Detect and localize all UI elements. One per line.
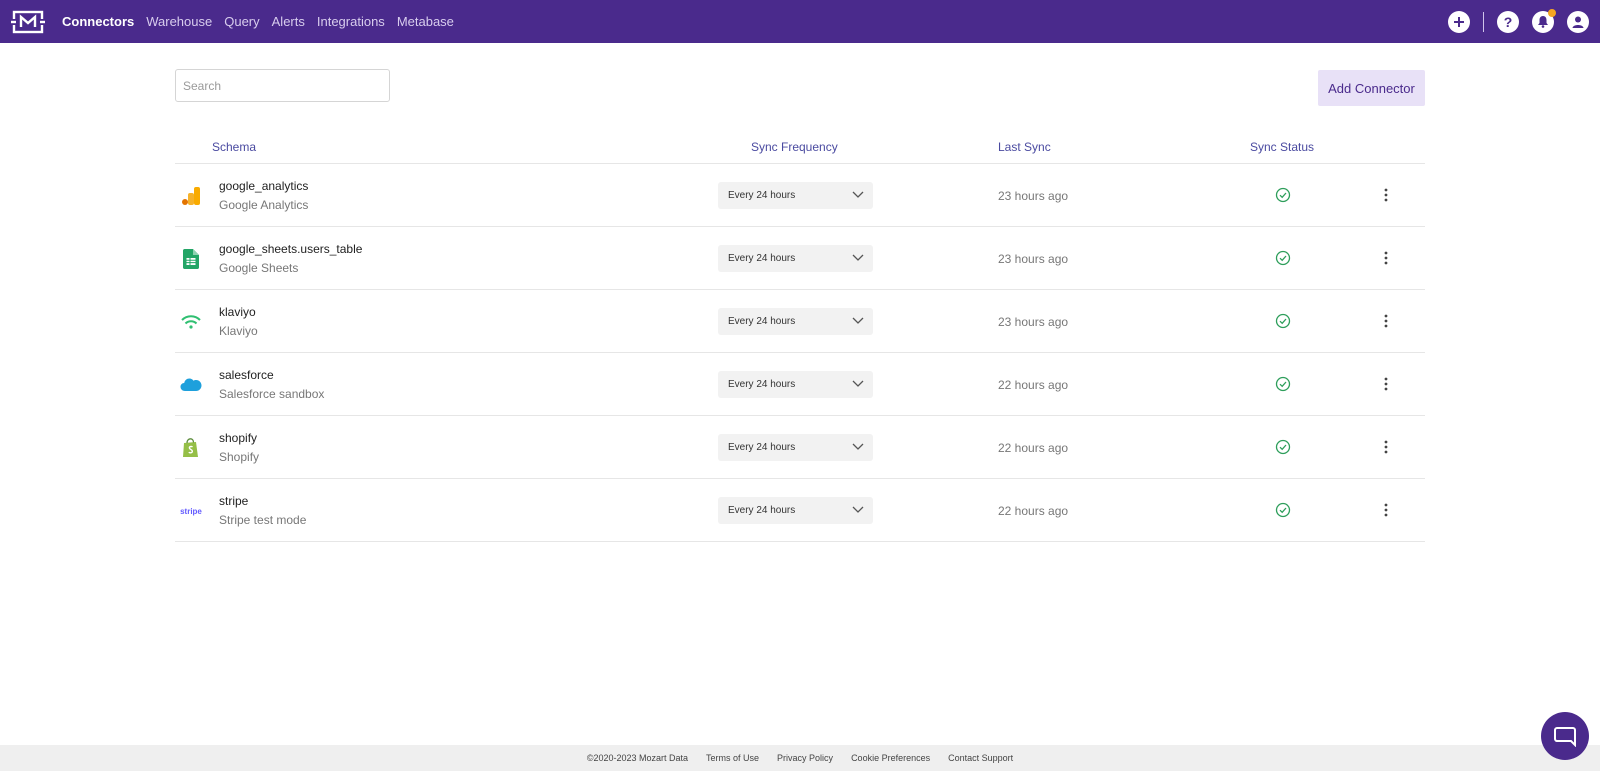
sync-frequency-value: Every 24 hours bbox=[728, 505, 796, 516]
more-options-icon[interactable] bbox=[1381, 501, 1391, 519]
last-sync-value: 23 hours ago bbox=[998, 315, 1069, 329]
nav-integrations[interactable]: Integrations bbox=[317, 14, 385, 29]
chevron-down-icon bbox=[852, 191, 864, 198]
check-circle-icon bbox=[1275, 439, 1291, 455]
sync-frequency-dropdown[interactable]: Every 24 hours bbox=[718, 371, 873, 398]
check-circle-icon bbox=[1275, 250, 1291, 266]
table-row[interactable]: google_analytics Google Analytics Every … bbox=[175, 164, 1425, 227]
help-icon: ? bbox=[1503, 13, 1513, 30]
more-options-icon[interactable] bbox=[1381, 249, 1391, 267]
header-last-sync[interactable]: Last Sync bbox=[998, 140, 1051, 154]
more-options-icon[interactable] bbox=[1381, 186, 1391, 204]
row-schema[interactable]: google_analytics bbox=[219, 179, 308, 193]
header-sync-status[interactable]: Sync Status bbox=[1250, 140, 1314, 154]
row-connector-name: Google Sheets bbox=[219, 261, 299, 275]
row-connector-name: Google Analytics bbox=[219, 198, 309, 212]
notifications-button[interactable] bbox=[1532, 8, 1556, 33]
table-row[interactable]: klaviyo Klaviyo Every 24 hours 23 hours … bbox=[175, 290, 1425, 353]
mozart-logo-icon[interactable] bbox=[11, 9, 45, 35]
check-circle-icon bbox=[1275, 187, 1291, 203]
google-sheets-icon bbox=[180, 248, 202, 270]
sync-frequency-value: Every 24 hours bbox=[728, 253, 796, 264]
shopify-icon bbox=[180, 437, 202, 459]
row-schema[interactable]: klaviyo bbox=[219, 305, 256, 319]
row-connector-name: Klaviyo bbox=[219, 324, 258, 338]
privacy-link[interactable]: Privacy Policy bbox=[777, 753, 833, 763]
row-schema[interactable]: stripe bbox=[219, 494, 248, 508]
last-sync-value: 23 hours ago bbox=[998, 189, 1069, 203]
nav-metabase[interactable]: Metabase bbox=[397, 14, 454, 29]
stripe-wordmark: stripe bbox=[180, 506, 202, 516]
bell-icon bbox=[1538, 16, 1548, 28]
notification-badge bbox=[1548, 8, 1556, 17]
main-nav: Connectors Warehouse Query Alerts Integr… bbox=[62, 0, 466, 43]
last-sync-value: 22 hours ago bbox=[998, 378, 1069, 392]
salesforce-icon bbox=[180, 374, 202, 396]
chevron-down-icon bbox=[852, 443, 864, 450]
last-sync-value: 22 hours ago bbox=[998, 504, 1069, 518]
cookie-preferences-link[interactable]: Cookie Preferences bbox=[851, 753, 930, 763]
help-button[interactable]: ? bbox=[1497, 10, 1519, 33]
top-navbar: Connectors Warehouse Query Alerts Integr… bbox=[0, 0, 1600, 43]
row-connector-name: Salesforce sandbox bbox=[219, 387, 325, 401]
nav-alerts[interactable]: Alerts bbox=[272, 14, 305, 29]
account-button[interactable] bbox=[1567, 10, 1589, 33]
search-input[interactable] bbox=[175, 69, 390, 102]
more-options-icon[interactable] bbox=[1381, 312, 1391, 330]
check-circle-icon bbox=[1275, 376, 1291, 392]
row-connector-name: Stripe test mode bbox=[219, 513, 307, 527]
google-analytics-icon bbox=[180, 185, 202, 207]
nav-connectors[interactable]: Connectors bbox=[62, 14, 134, 29]
sync-frequency-dropdown[interactable]: Every 24 hours bbox=[718, 308, 873, 335]
user-icon bbox=[1572, 16, 1584, 28]
row-connector-name: Shopify bbox=[219, 450, 260, 464]
row-schema[interactable]: shopify bbox=[219, 431, 257, 445]
copyright-text: ©2020-2023 Mozart Data bbox=[586, 753, 689, 763]
sync-frequency-dropdown[interactable]: Every 24 hours bbox=[718, 497, 873, 524]
table-row[interactable]: stripe stripe Stripe test mode Every 24 … bbox=[175, 479, 1425, 542]
add-connector-button[interactable]: Add Connector bbox=[1318, 70, 1425, 106]
table-row[interactable]: salesforce Salesforce sandbox Every 24 h… bbox=[175, 353, 1425, 416]
row-schema[interactable]: salesforce bbox=[219, 368, 274, 382]
contact-support-link[interactable]: Contact Support bbox=[948, 753, 1013, 763]
sync-frequency-dropdown[interactable]: Every 24 hours bbox=[718, 245, 873, 272]
last-sync-value: 23 hours ago bbox=[998, 252, 1069, 266]
chevron-down-icon bbox=[852, 254, 864, 261]
chevron-down-icon bbox=[852, 380, 864, 387]
chat-bubble-icon bbox=[1554, 727, 1576, 747]
sync-frequency-value: Every 24 hours bbox=[728, 190, 796, 201]
check-circle-icon bbox=[1275, 502, 1291, 518]
chevron-down-icon bbox=[852, 317, 864, 324]
check-circle-icon bbox=[1275, 313, 1291, 329]
sync-frequency-dropdown[interactable]: Every 24 hours bbox=[718, 434, 873, 461]
footer: ©2020-2023 Mozart Data Terms of Use Priv… bbox=[0, 745, 1600, 771]
add-button[interactable] bbox=[1448, 10, 1470, 33]
more-options-icon[interactable] bbox=[1381, 375, 1391, 393]
stripe-icon: stripe bbox=[180, 500, 202, 522]
nav-warehouse[interactable]: Warehouse bbox=[146, 14, 212, 29]
more-options-icon[interactable] bbox=[1381, 438, 1391, 456]
table-row[interactable]: google_sheets.users_table Google Sheets … bbox=[175, 227, 1425, 290]
sync-frequency-value: Every 24 hours bbox=[728, 442, 796, 453]
nav-query[interactable]: Query bbox=[224, 14, 259, 29]
chat-button[interactable] bbox=[1541, 712, 1589, 760]
sync-frequency-dropdown[interactable]: Every 24 hours bbox=[718, 182, 873, 209]
last-sync-value: 22 hours ago bbox=[998, 441, 1069, 455]
row-schema[interactable]: google_sheets.users_table bbox=[219, 242, 362, 256]
toolbar-divider bbox=[1483, 11, 1484, 32]
chevron-down-icon bbox=[852, 506, 864, 513]
sync-frequency-value: Every 24 hours bbox=[728, 379, 796, 390]
table-row[interactable]: shopify Shopify Every 24 hours 22 hours … bbox=[175, 416, 1425, 479]
header-sync-frequency[interactable]: Sync Frequency bbox=[751, 140, 838, 154]
top-actions: ? bbox=[1435, 0, 1589, 43]
sync-frequency-value: Every 24 hours bbox=[728, 316, 796, 327]
klaviyo-icon bbox=[180, 311, 202, 333]
header-schema[interactable]: Schema bbox=[212, 140, 256, 154]
terms-link[interactable]: Terms of Use bbox=[706, 753, 759, 763]
plus-icon bbox=[1454, 16, 1464, 27]
